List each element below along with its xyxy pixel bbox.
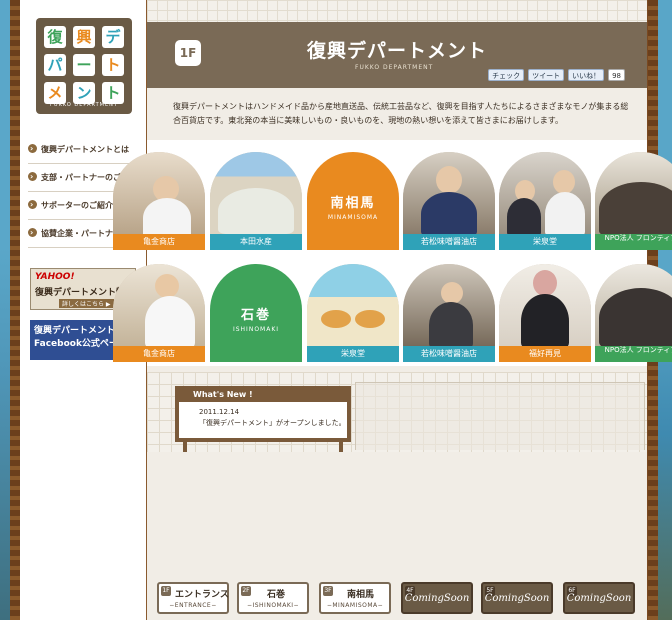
- shop-photo: [595, 152, 672, 234]
- news-area: What's New ! 2011.12.14 「復興デパートメント」がオープン…: [147, 372, 647, 452]
- floor-label: 南相馬: [347, 590, 375, 600]
- shop-label: 栄泉堂: [499, 234, 591, 250]
- shop-card[interactable]: 栄泉堂: [307, 264, 399, 362]
- floor-navigation: 1F エントランス −ENTRANCE− 2F 石巻 −ISHINOMAKI− …: [147, 578, 647, 616]
- board-post: [339, 440, 343, 452]
- shop-card[interactable]: 福好再見: [499, 264, 591, 362]
- left-wood-pillar: [10, 0, 20, 620]
- shop-label: NPO法人 フロンティア: [595, 346, 672, 362]
- shop-photo: [595, 264, 672, 346]
- sidebar-item-label: サポーターのご紹介: [41, 201, 113, 210]
- shop-card[interactable]: 本田水産: [210, 152, 302, 250]
- logo-char: パ: [44, 54, 66, 76]
- floor-label: 石巻: [267, 590, 286, 600]
- logo-caption: FUKKO DEPARTMENT: [50, 102, 118, 108]
- shop-photo: [113, 152, 205, 234]
- main-content: 1F 復興デパートメント FUKKO DEPARTMENT チェック ツイート …: [113, 0, 672, 620]
- area-name: 石巻: [240, 308, 271, 323]
- check-button[interactable]: チェック: [488, 69, 525, 81]
- shop-card[interactable]: 若松味噌醤油店: [403, 264, 495, 362]
- news-item-link[interactable]: 「復興デパートメント」がオープンしました。: [199, 418, 347, 428]
- page-title: 復興デパートメント: [307, 40, 488, 62]
- floor-number: 1F: [161, 586, 171, 596]
- floor-button-coming-soon[interactable]: 4F ComingSoon: [401, 582, 473, 614]
- intro-text: 復興デパートメントはハンドメイド品から産地直送品、伝統工芸品など、復興を目指す人…: [173, 102, 629, 125]
- shop-label: 栄泉堂: [307, 346, 399, 362]
- floor-button-entrance[interactable]: 1F エントランス −ENTRANCE−: [157, 582, 229, 614]
- shop-card[interactable]: NPO法人 フロンティア: [595, 152, 672, 250]
- whats-new-board: What's New ! 2011.12.14 「復興デパートメント」がオープン…: [175, 386, 351, 452]
- shop-label: 亀金商店: [113, 234, 205, 250]
- floor-number: 2F: [241, 586, 251, 596]
- shop-card[interactable]: 亀金商店: [113, 152, 205, 250]
- like-count: 98: [608, 69, 625, 81]
- shop-photo: [499, 152, 591, 234]
- floor-label-en: −MINAMISOMA−: [326, 602, 384, 609]
- shop-photo: [307, 264, 399, 346]
- shop-photo: [210, 152, 302, 234]
- yahoo-logo: YAHOO!: [35, 272, 75, 282]
- logo-char: 興: [73, 26, 95, 48]
- floor-button-minamisoma[interactable]: 3F 南相馬 −MINAMISOMA−: [319, 582, 391, 614]
- floor-number: 3F: [323, 586, 333, 596]
- logo-char: ン: [73, 82, 95, 104]
- page-subtitle: FUKKO DEPARTMENT: [355, 64, 434, 71]
- news-date: 2011.12.14: [199, 408, 240, 416]
- floor-label-en: −ISHINOMAKI−: [246, 602, 300, 609]
- shop-label: 本田水産: [210, 234, 302, 250]
- page-header: 1F 復興デパートメント FUKKO DEPARTMENT チェック ツイート …: [147, 22, 647, 88]
- yahoo-banner-link: 詳しくはこちら ▶: [59, 299, 114, 308]
- area-card-minamisoma[interactable]: 南相馬 MINAMISOMA: [307, 152, 399, 250]
- shop-label: NPO法人 フロンティア: [595, 234, 672, 250]
- shop-gallery: 亀金商店 本田水産 南相馬 MINAMISOMA 若松味噌醤油店 栄泉堂 NPO法…: [113, 140, 672, 366]
- board-post: [183, 440, 187, 452]
- shop-label: 若松味噌醤油店: [403, 346, 495, 362]
- coming-soon-label: ComingSoon: [484, 593, 550, 604]
- logo-char: 復: [44, 26, 66, 48]
- whats-new-heading: What's New !: [179, 390, 347, 402]
- logo-char: メ: [44, 82, 66, 104]
- shop-label: 若松味噌醤油店: [403, 234, 495, 250]
- shop-label: [307, 234, 399, 250]
- area-name-en: ISHINOMAKI: [232, 326, 280, 333]
- shop-card[interactable]: NPO法人 フロンティア: [595, 264, 672, 362]
- site-logo[interactable]: 復 興 デ パ ー ト メ ン ト FUKKO DEPARTMENT: [36, 18, 132, 114]
- arrow-bullet-icon: [28, 191, 37, 219]
- floor-button-ishinomaki[interactable]: 2F 石巻 −ISHINOMAKI−: [237, 582, 309, 614]
- shop-card[interactable]: 栄泉堂: [499, 152, 591, 250]
- area-tile: 石巻 ISHINOMAKI: [210, 264, 302, 346]
- tweet-button[interactable]: ツイート: [528, 69, 565, 81]
- logo-char: ー: [73, 54, 95, 76]
- facebook-like-button[interactable]: いいね！: [568, 69, 605, 81]
- shop-photo: [499, 264, 591, 346]
- shop-label: 福好再見: [499, 346, 591, 362]
- floor-label: エントランス: [175, 590, 229, 600]
- floor-label-en: −ENTRANCE−: [169, 602, 217, 609]
- shop-photo: [113, 264, 205, 346]
- area-tile: 南相馬 MINAMISOMA: [307, 152, 399, 234]
- floor-badge: 1F: [175, 40, 201, 66]
- arrow-bullet-icon: [28, 219, 37, 247]
- floor-button-coming-soon[interactable]: 5F ComingSoon: [481, 582, 553, 614]
- logo-char: デ: [102, 26, 124, 48]
- floor-button-coming-soon[interactable]: 6F ComingSoon: [563, 582, 635, 614]
- storefront-illustration: [355, 382, 645, 450]
- arrow-bullet-icon: [28, 135, 37, 163]
- logo-char: ト: [102, 54, 124, 76]
- shop-photo: [403, 152, 495, 234]
- arrow-bullet-icon: [28, 163, 37, 191]
- top-grid-decoration: [147, 0, 647, 22]
- logo-char: ト: [102, 82, 124, 104]
- shop-label: [210, 346, 302, 362]
- coming-soon-label: ComingSoon: [404, 593, 470, 604]
- shop-card[interactable]: 亀金商店: [113, 264, 205, 362]
- shop-photo: [403, 264, 495, 346]
- coming-soon-label: ComingSoon: [566, 593, 632, 604]
- shop-label: 亀金商店: [113, 346, 205, 362]
- area-name-en: MINAMISOMA: [327, 214, 379, 221]
- area-name: 南相馬: [330, 196, 376, 211]
- shop-card[interactable]: 若松味噌醤油店: [403, 152, 495, 250]
- area-card-ishinomaki[interactable]: 石巻 ISHINOMAKI: [210, 264, 302, 362]
- social-buttons: チェック ツイート いいね！ 98: [488, 69, 625, 81]
